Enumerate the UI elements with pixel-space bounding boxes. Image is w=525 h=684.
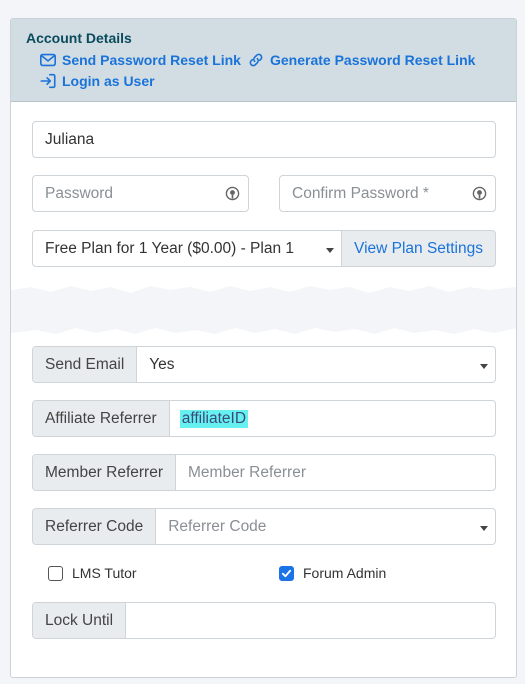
first-name-value: Juliana bbox=[45, 130, 95, 148]
account-form: Juliana Password Confirm Password * Free… bbox=[11, 103, 516, 677]
eye-icon[interactable] bbox=[472, 186, 487, 201]
chevron-down-icon bbox=[480, 364, 488, 369]
view-plan-settings-button[interactable]: View Plan Settings bbox=[342, 230, 496, 267]
affiliate-referrer-group: Affiliate Referrer affiliateID bbox=[32, 400, 496, 437]
send-password-reset-link[interactable]: Send Password Reset Link bbox=[39, 51, 241, 69]
login-as-user-link[interactable]: Login as User bbox=[39, 72, 155, 90]
affiliate-referrer-label: Affiliate Referrer bbox=[33, 401, 170, 436]
affiliate-referrer-value: affiliateID bbox=[179, 409, 249, 428]
checkmark-icon bbox=[281, 569, 292, 577]
member-referrer-placeholder: Member Referrer bbox=[188, 463, 306, 481]
forum-admin-label: Forum Admin bbox=[303, 565, 387, 581]
affiliate-referrer-input[interactable]: affiliateID bbox=[170, 401, 495, 436]
plan-select[interactable]: Free Plan for 1 Year ($0.00) - Plan 1 bbox=[32, 230, 342, 267]
forum-admin-checkbox[interactable]: Forum Admin bbox=[279, 565, 386, 581]
panel-title: Account Details bbox=[26, 30, 132, 46]
send-email-label: Send Email bbox=[33, 347, 138, 382]
torn-section-divider bbox=[11, 286, 516, 334]
envelope-icon bbox=[39, 53, 57, 67]
lms-tutor-checkbox[interactable]: LMS Tutor bbox=[48, 565, 137, 581]
password-placeholder: Password bbox=[45, 184, 114, 202]
referrer-code-select[interactable]: Referrer Code bbox=[156, 509, 495, 544]
first-name-field[interactable]: Juliana bbox=[32, 121, 496, 158]
generate-password-reset-label: Generate Password Reset Link bbox=[270, 52, 476, 68]
generate-password-reset-link[interactable]: Generate Password Reset Link bbox=[247, 51, 475, 69]
login-as-user-label: Login as User bbox=[62, 73, 155, 89]
lms-tutor-label: LMS Tutor bbox=[72, 565, 137, 581]
checkbox-checked-icon[interactable] bbox=[279, 565, 294, 581]
link-icon bbox=[249, 53, 263, 67]
chevron-down-icon bbox=[480, 526, 488, 531]
plan-select-value: Free Plan for 1 Year ($0.00) - Plan 1 bbox=[45, 239, 295, 257]
referrer-code-placeholder: Referrer Code bbox=[168, 517, 267, 535]
confirm-password-placeholder: Confirm Password * bbox=[292, 184, 429, 202]
chevron-down-icon bbox=[326, 248, 334, 253]
send-password-reset-label: Send Password Reset Link bbox=[62, 52, 241, 68]
send-email-select[interactable]: Yes bbox=[137, 347, 495, 382]
checkbox-unchecked-icon[interactable] bbox=[48, 565, 63, 581]
lock-until-input[interactable] bbox=[126, 603, 495, 638]
sign-in-icon bbox=[40, 73, 56, 89]
send-email-group: Send Email Yes bbox=[32, 346, 496, 383]
lock-until-label: Lock Until bbox=[33, 603, 127, 638]
panel-header: Account Details Send Password Reset Link… bbox=[11, 19, 516, 102]
account-details-panel: Account Details Send Password Reset Link… bbox=[10, 18, 517, 678]
password-field[interactable]: Password bbox=[32, 175, 249, 212]
referrer-code-label: Referrer Code bbox=[33, 509, 157, 544]
member-referrer-input[interactable]: Member Referrer bbox=[176, 455, 495, 490]
send-email-value: Yes bbox=[149, 355, 175, 373]
member-referrer-group: Member Referrer Member Referrer bbox=[32, 454, 496, 491]
confirm-password-field[interactable]: Confirm Password * bbox=[279, 175, 496, 212]
lock-until-group: Lock Until bbox=[32, 602, 496, 639]
eye-icon[interactable] bbox=[225, 186, 240, 201]
referrer-code-group: Referrer Code Referrer Code bbox=[32, 508, 496, 545]
member-referrer-label: Member Referrer bbox=[33, 455, 176, 490]
